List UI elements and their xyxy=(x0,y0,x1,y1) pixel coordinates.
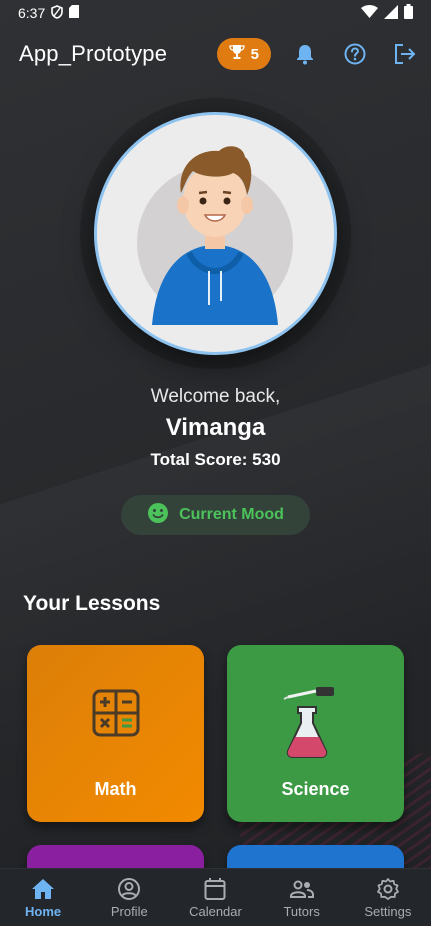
nav-label-tutors: Tutors xyxy=(283,904,320,919)
nav-item-settings[interactable]: Settings xyxy=(348,876,428,919)
nav-label-settings: Settings xyxy=(364,904,412,919)
avatar[interactable] xyxy=(94,112,337,355)
current-mood-button[interactable]: Current Mood xyxy=(121,495,310,535)
nav-item-tutors[interactable]: Tutors xyxy=(262,876,342,919)
section-title: Your Lessons xyxy=(23,592,161,615)
wifi-icon xyxy=(361,5,378,21)
logout-icon[interactable] xyxy=(393,42,417,66)
help-icon[interactable] xyxy=(343,42,367,66)
nav-item-calendar[interactable]: Calendar xyxy=(175,876,255,919)
profile-icon xyxy=(117,876,141,902)
smile-icon xyxy=(147,502,169,529)
lesson-card-science[interactable]: Science xyxy=(227,645,404,822)
nav-label-calendar: Calendar xyxy=(189,904,242,919)
status-time: 6:37 xyxy=(18,5,46,21)
battery-icon xyxy=(404,4,413,22)
status-bar: 6:37 xyxy=(0,0,431,26)
flask-icon xyxy=(276,681,356,766)
tutors-icon xyxy=(289,876,315,902)
nav-label-profile: Profile xyxy=(110,904,148,919)
user-name: Vimanga xyxy=(165,414,266,441)
calendar-icon xyxy=(204,876,226,902)
mood-label: Current Mood xyxy=(179,506,284,523)
home-icon xyxy=(31,876,55,902)
app-title: App_Prototype xyxy=(19,41,168,66)
trophy-icon xyxy=(229,44,245,64)
score-badge[interactable]: 5 xyxy=(216,38,271,70)
bottom-navigation: Home Profile Calendar Tutors Settings xyxy=(0,868,431,926)
total-score: Total Score: 530 xyxy=(150,450,281,469)
bell-icon[interactable] xyxy=(293,42,317,66)
nav-item-home[interactable]: Home xyxy=(3,876,83,919)
settings-icon xyxy=(376,876,400,902)
nav-label-home: Home xyxy=(25,904,62,919)
welcome-text: Welcome back, xyxy=(150,386,281,407)
app-bar: App_Prototype 5 xyxy=(0,30,431,78)
shield-status-icon xyxy=(51,4,64,22)
avatar-illustration xyxy=(137,146,293,325)
signal-icon xyxy=(384,4,398,22)
nav-item-profile[interactable]: Profile xyxy=(89,876,169,919)
sd-card-icon xyxy=(69,5,80,21)
lesson-label-science: Science xyxy=(281,779,350,799)
calculator-icon xyxy=(92,689,140,742)
lesson-card-math[interactable]: Math xyxy=(27,645,204,822)
score-badge-value: 5 xyxy=(250,45,259,63)
lesson-label-math: Math xyxy=(94,779,137,799)
